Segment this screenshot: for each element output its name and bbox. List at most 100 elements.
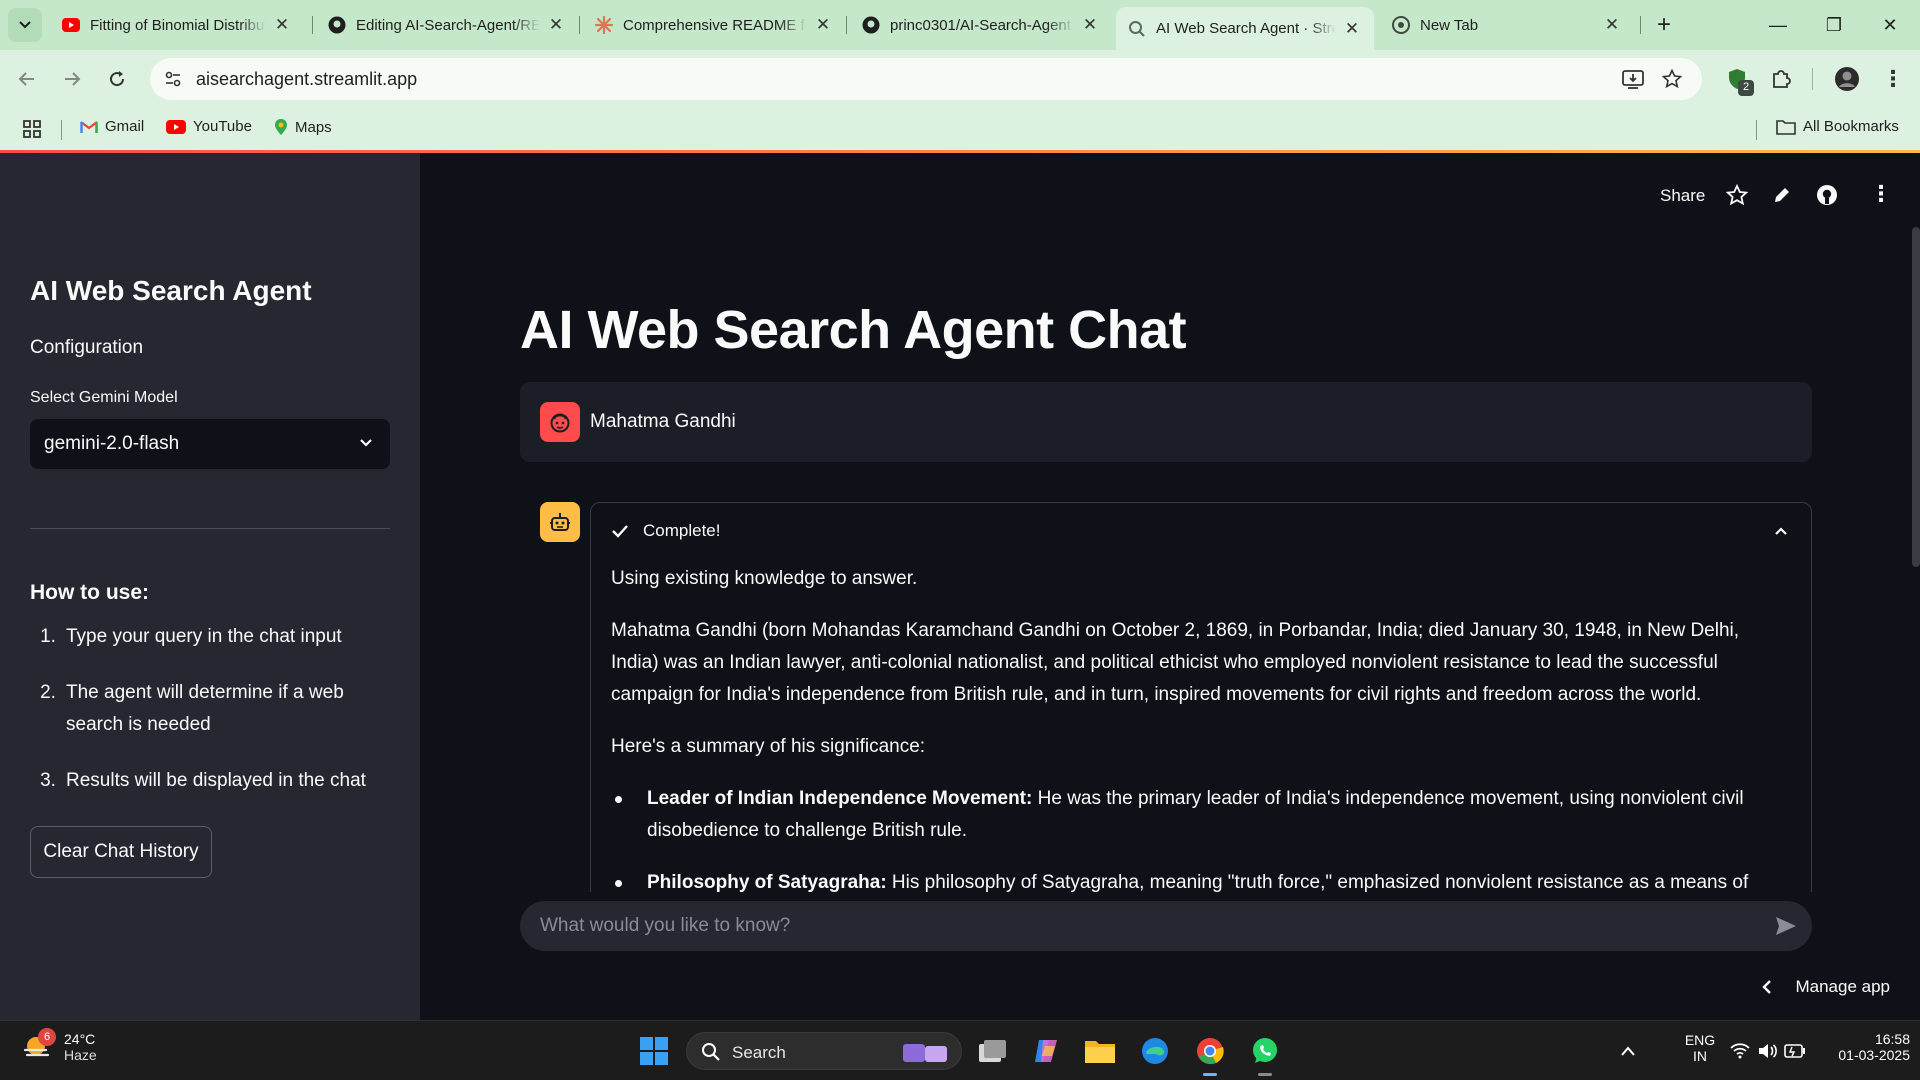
response-intro: Using existing knowledge to answer. [611,568,918,589]
bookmark-star-icon[interactable] [1662,69,1682,89]
assistant-response: Using existing knowledge to answer. Maha… [611,563,1791,892]
whatsapp-button[interactable] [1245,1031,1285,1076]
taskbar-search[interactable]: Search [686,1032,962,1070]
manage-app-button[interactable]: Manage app [1761,977,1890,997]
sidebar-subtitle: Configuration [30,337,144,358]
search-highlight-icon [903,1044,947,1062]
task-view-button[interactable] [972,1031,1012,1071]
browser-tab[interactable]: Fitting of Binomial Distribution ✕ [50,8,304,42]
all-bookmarks-button[interactable]: All Bookmarks [1776,118,1899,135]
active-indicator [1258,1073,1272,1076]
bookmark-gmail[interactable]: Gmail [80,118,144,135]
browser-tab-active[interactable]: AI Web Search Agent · Streamlit ✕ [1116,7,1374,50]
close-window-button[interactable]: ✕ [1870,10,1910,40]
close-tab-icon[interactable]: ✕ [1602,15,1622,35]
step-number: 3. [40,770,56,791]
browser-toolbar: aisearchagent.streamlit.app 2 ⋮ [0,50,1920,108]
browser-tab[interactable]: New Tab ✕ [1380,8,1634,42]
back-button[interactable] [10,62,44,96]
youtube-icon [62,16,80,34]
address-bar[interactable]: aisearchagent.streamlit.app [150,58,1702,100]
bookmark-youtube[interactable]: YouTube [166,118,252,135]
chevron-left-icon [1762,980,1772,994]
browser-tab[interactable]: Editing AI-Search-Agent/README ✕ [316,8,578,42]
user-chat-message: Mahatma Gandhi [520,382,1812,462]
weather-condition: Haze [64,1047,97,1063]
wifi-icon[interactable] [1730,1043,1750,1059]
windows-taskbar: 6 24°C Haze Search ENG IN 16:58 01-03-20… [0,1020,1920,1080]
step-text: Results will be displayed in the chat [66,770,366,791]
taskbar-search-label: Search [732,1043,786,1062]
install-app-icon[interactable] [1622,69,1644,89]
battery-icon[interactable] [1784,1044,1806,1058]
minimize-button[interactable]: — [1758,10,1798,40]
browser-tab[interactable]: Comprehensive README for ✕ [583,8,845,42]
bullet-text: His philosophy of Satyagraha, meaning "t… [886,872,1749,892]
status-header[interactable]: Complete! [611,521,720,541]
tab-title: princ0301/AI-Search-Agent [890,16,1071,34]
chevron-up-icon[interactable] [1620,1045,1636,1057]
arrow-left-icon [18,72,34,86]
restore-button[interactable]: ❐ [1814,10,1854,40]
profile-avatar[interactable] [1830,62,1864,96]
response-bullet-list: Leader of Indian Independence Movement: … [611,783,1791,892]
clock[interactable]: 16:58 01-03-2025 [1820,1031,1910,1063]
step-text: The agent will determine if a web search… [66,682,344,735]
browser-tab[interactable]: princ0301/AI-Search-Agent ✕ [850,8,1112,42]
model-select[interactable]: gemini-2.0-flash [30,419,390,469]
tab-search-button[interactable] [8,8,42,42]
apps-button[interactable] [22,119,42,139]
clear-chat-history-button[interactable]: Clear Chat History [30,826,212,878]
tab-divider [1640,16,1641,34]
edge-icon [1142,1038,1168,1064]
github-icon[interactable] [1816,184,1838,206]
send-icon[interactable] [1774,914,1798,938]
close-tab-icon[interactable]: ✕ [813,15,833,35]
start-button[interactable] [634,1031,674,1071]
model-select-value: gemini-2.0-flash [44,433,180,454]
chrome-button[interactable] [1190,1031,1230,1076]
chat-input[interactable] [540,911,1740,941]
close-tab-icon[interactable]: ✕ [546,15,566,35]
step-number: 2. [40,682,56,703]
assistant-avatar [540,502,580,542]
sidebar: AI Web Search Agent Configuration Select… [0,153,420,1020]
extension-button[interactable]: 2 [1720,62,1754,96]
copilot-button[interactable] [1026,1031,1066,1071]
share-button[interactable]: Share [1660,186,1705,206]
forward-button[interactable] [55,62,89,96]
whatsapp-icon [1253,1038,1277,1063]
language-indicator[interactable]: ENG IN [1680,1032,1720,1064]
chrome-icon [1197,1038,1224,1065]
extensions-button[interactable] [1764,62,1798,96]
folder-icon [1085,1041,1115,1063]
tab-title: New Tab [1420,16,1479,34]
scrollbar[interactable] [1912,227,1920,567]
close-tab-icon[interactable]: ✕ [272,15,292,35]
chat-input-container [520,901,1812,951]
edit-icon[interactable] [1772,185,1792,205]
edge-button[interactable] [1135,1031,1175,1071]
chevron-up-icon[interactable] [1773,523,1789,539]
tab-divider [312,16,313,34]
site-info-icon[interactable] [164,70,182,88]
file-explorer-button[interactable] [1080,1031,1120,1071]
bookmark-maps[interactable]: Maps [274,118,332,136]
copilot-icon [1035,1040,1057,1062]
app-menu-icon[interactable]: ⋮ [1870,181,1892,207]
bullet-title: Leader of Indian Independence Movement: [647,788,1033,809]
weather-haze-icon: 6 [22,1028,56,1062]
weather-widget[interactable]: 6 24°C Haze [22,1028,97,1063]
close-tab-icon[interactable]: ✕ [1342,19,1362,39]
weather-temp: 24°C [64,1031,96,1047]
tab-divider [579,16,580,34]
reload-button[interactable] [100,62,134,96]
model-select-label: Select Gemini Model [30,389,178,406]
volume-icon[interactable] [1758,1043,1778,1059]
clock-date: 01-03-2025 [1838,1047,1910,1063]
search-icon [1128,20,1146,38]
star-icon[interactable] [1726,184,1748,206]
new-tab-button[interactable]: + [1644,10,1684,40]
close-tab-icon[interactable]: ✕ [1080,15,1100,35]
browser-menu-button[interactable]: ⋮ [1876,62,1910,96]
